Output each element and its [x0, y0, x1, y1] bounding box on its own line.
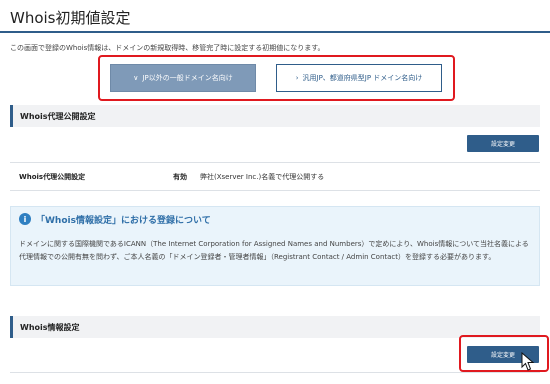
- tab-jp-domains[interactable]: › 汎用JP、都道府県型JP ドメイン名向け: [276, 64, 442, 92]
- info-body: ドメインに関する国際機関であるICANN（The Internet Corpor…: [19, 240, 529, 261]
- proxy-row-status: 有効: [173, 173, 187, 181]
- tab-label: JP以外の一般ドメイン名向け: [142, 74, 233, 82]
- mouse-pointer-icon: [521, 352, 535, 371]
- tab-label: 汎用JP、都道府県型JP ドメイン名向け: [302, 74, 423, 82]
- info-title: 「Whois情報設定」における登録について: [36, 216, 211, 226]
- proxy-row-label: Whois代理公開設定: [19, 173, 86, 181]
- divider: [10, 190, 540, 191]
- intro-text: この画面で登録のWhois情報は、ドメインの新規取得時、移管完了時に設定する初期…: [10, 44, 325, 52]
- tab-general-domains[interactable]: ∨ JP以外の一般ドメイン名向け: [110, 64, 256, 92]
- proxy-settings-change-button[interactable]: 設定変更: [467, 135, 539, 152]
- title-underline: [0, 31, 550, 33]
- section-header-proxy: Whois代理公開設定: [10, 105, 540, 127]
- divider: [10, 162, 540, 163]
- proxy-row-description: 弊社(Xserver Inc.)名義で代理公開する: [200, 173, 325, 181]
- page-title: Whois初期値設定: [10, 9, 131, 27]
- chevron-right-icon: ›: [295, 74, 299, 82]
- info-icon: i: [19, 213, 31, 225]
- chevron-down-icon: ∨: [133, 74, 139, 82]
- divider: [10, 372, 540, 373]
